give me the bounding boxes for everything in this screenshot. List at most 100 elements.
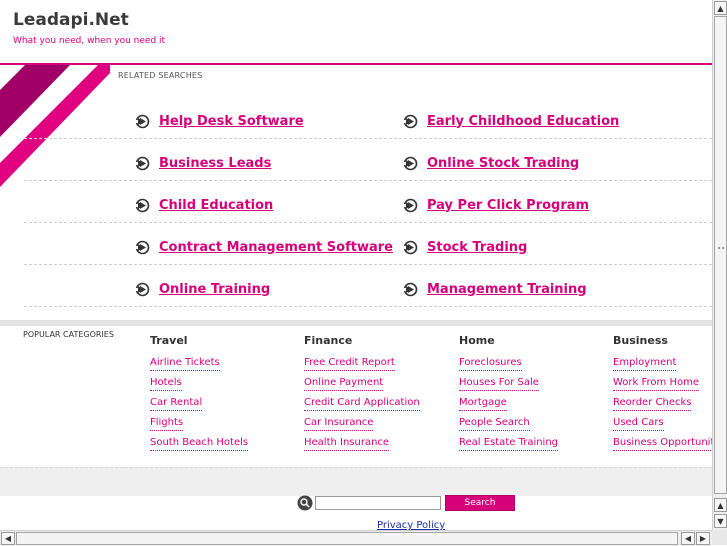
- related-search-link[interactable]: Online Stock Trading: [427, 156, 579, 171]
- scroll-up-icon-lower[interactable]: ▲: [714, 498, 727, 512]
- scroll-left-icon[interactable]: ◀: [1, 532, 15, 545]
- related-row: Child Education Pay Per Click Program: [24, 180, 712, 223]
- related-search-item[interactable]: Early Childhood Education: [403, 112, 619, 130]
- category-heading: Home: [459, 334, 495, 347]
- category-link[interactable]: Credit Card Application: [304, 396, 420, 411]
- category-link[interactable]: Reorder Checks: [613, 396, 692, 411]
- related-search-link[interactable]: Pay Per Click Program: [427, 198, 589, 213]
- horizontal-scroll-thumb[interactable]: [16, 532, 678, 545]
- category-item: Houses For Sale: [459, 370, 609, 391]
- category-link[interactable]: People Search: [459, 416, 530, 431]
- arrow-circle-icon: [403, 282, 418, 297]
- magnifier-icon: [297, 495, 313, 511]
- category-item: Free Credit Report: [304, 350, 454, 371]
- arrow-circle-icon: [135, 114, 150, 129]
- site-header: Leadapi.Net What you need, when you need…: [0, 0, 712, 64]
- category-link[interactable]: Work From Home: [613, 376, 699, 391]
- category-link[interactable]: Health Insurance: [304, 436, 390, 451]
- site-title[interactable]: Leadapi.Net: [13, 10, 129, 30]
- category-item: Car Insurance: [304, 410, 454, 431]
- category-item: Business Opportunities: [613, 430, 727, 451]
- category-link[interactable]: Car Insurance: [304, 416, 374, 431]
- related-search-item[interactable]: Business Leads: [135, 154, 271, 172]
- category-item: Reorder Checks: [613, 390, 727, 411]
- related-search-link[interactable]: Early Childhood Education: [427, 114, 619, 129]
- related-search-link[interactable]: Online Training: [159, 282, 270, 297]
- category-link[interactable]: Online Payment: [304, 376, 384, 391]
- arrow-circle-icon: [135, 282, 150, 297]
- category-item: South Beach Hotels: [150, 430, 300, 451]
- related-search-link[interactable]: Business Leads: [159, 156, 271, 171]
- popular-categories-heading: POPULAR CATEGORIES: [23, 330, 114, 339]
- arrow-circle-icon: [403, 156, 418, 171]
- related-search-link[interactable]: Stock Trading: [427, 240, 527, 255]
- related-search-item[interactable]: Help Desk Software: [135, 112, 304, 130]
- arrow-circle-icon: [135, 240, 150, 255]
- category-heading: Travel: [150, 334, 188, 347]
- site-tagline: What you need, when you need it: [13, 36, 166, 46]
- category-link[interactable]: Houses For Sale: [459, 376, 539, 391]
- related-search-item[interactable]: Online Training: [135, 280, 270, 298]
- category-item: Employment: [613, 350, 727, 371]
- search-input[interactable]: [315, 496, 441, 510]
- related-search-link[interactable]: Child Education: [159, 198, 273, 213]
- related-search-link[interactable]: Management Training: [427, 282, 587, 297]
- category-column: Finance Free Credit Report Online Payment C…: [304, 334, 454, 451]
- related-search-item[interactable]: Pay Per Click Program: [403, 196, 589, 214]
- category-column: Travel Airline Tickets Hotels Car Rental Fli…: [150, 334, 300, 451]
- related-search-item[interactable]: Contract Management Software: [135, 238, 393, 256]
- category-column: Business Employment Work From Home Reorder …: [613, 334, 727, 451]
- arrow-circle-icon: [135, 198, 150, 213]
- category-item: Flights: [150, 410, 300, 431]
- arrow-circle-icon: [403, 114, 418, 129]
- category-link[interactable]: Foreclosures: [459, 356, 522, 371]
- related-search-item[interactable]: Management Training: [403, 280, 587, 298]
- horizontal-scrollbar[interactable]: ◀ ◀ ▶: [0, 530, 712, 546]
- category-item: Airline Tickets: [150, 350, 300, 371]
- related-search-link[interactable]: Contract Management Software: [159, 240, 393, 255]
- category-heading: Finance: [304, 334, 353, 347]
- category-item: People Search: [459, 410, 609, 431]
- related-search-item[interactable]: Child Education: [135, 196, 273, 214]
- search-band: [0, 467, 712, 496]
- arrow-circle-icon: [403, 198, 418, 213]
- category-item: Car Rental: [150, 390, 300, 411]
- category-link[interactable]: Real Estate Training: [459, 436, 559, 451]
- category-item: Mortgage: [459, 390, 609, 411]
- scroll-up-icon[interactable]: ▲: [714, 1, 727, 15]
- scroll-down-icon[interactable]: ▼: [714, 514, 727, 528]
- search-bar: Search: [297, 495, 515, 511]
- scrollbar-corner: [712, 530, 727, 545]
- category-item: Work From Home: [613, 370, 727, 391]
- related-row: Online Training Management Training: [24, 264, 712, 307]
- scroll-left-icon-right[interactable]: ◀: [681, 532, 695, 545]
- related-search-item[interactable]: Online Stock Trading: [403, 154, 579, 172]
- arrow-circle-icon: [135, 156, 150, 171]
- related-search-link[interactable]: Help Desk Software: [159, 114, 304, 129]
- related-searches-heading: RELATED SEARCHES: [118, 71, 203, 80]
- vertical-scroll-thumb[interactable]: [714, 16, 727, 494]
- category-link[interactable]: Used Cars: [613, 416, 664, 431]
- related-search-item[interactable]: Stock Trading: [403, 238, 527, 256]
- category-item: Online Payment: [304, 370, 454, 391]
- category-band: [0, 320, 712, 326]
- category-item: Foreclosures: [459, 350, 609, 371]
- category-link[interactable]: Free Credit Report: [304, 356, 395, 371]
- vertical-scrollbar[interactable]: ▲ ▲ ▼: [712, 0, 727, 530]
- category-link[interactable]: Business Opportunities: [613, 436, 727, 451]
- category-item: Credit Card Application: [304, 390, 454, 411]
- category-link[interactable]: Flights: [150, 416, 184, 431]
- category-link[interactable]: Car Rental: [150, 396, 203, 411]
- category-link[interactable]: South Beach Hotels: [150, 436, 249, 451]
- category-link[interactable]: Airline Tickets: [150, 356, 220, 371]
- category-item: Hotels: [150, 370, 300, 391]
- category-item: Health Insurance: [304, 430, 454, 451]
- category-link[interactable]: Employment: [613, 356, 677, 371]
- category-item: Used Cars: [613, 410, 727, 431]
- related-row: Help Desk Software Early Childhood Educat…: [24, 96, 712, 139]
- search-button[interactable]: Search: [445, 495, 515, 511]
- category-link[interactable]: Hotels: [150, 376, 182, 391]
- category-link[interactable]: Mortgage: [459, 396, 507, 411]
- related-row: Contract Management Software Stock Tradin…: [24, 222, 712, 265]
- scroll-right-icon[interactable]: ▶: [696, 532, 710, 545]
